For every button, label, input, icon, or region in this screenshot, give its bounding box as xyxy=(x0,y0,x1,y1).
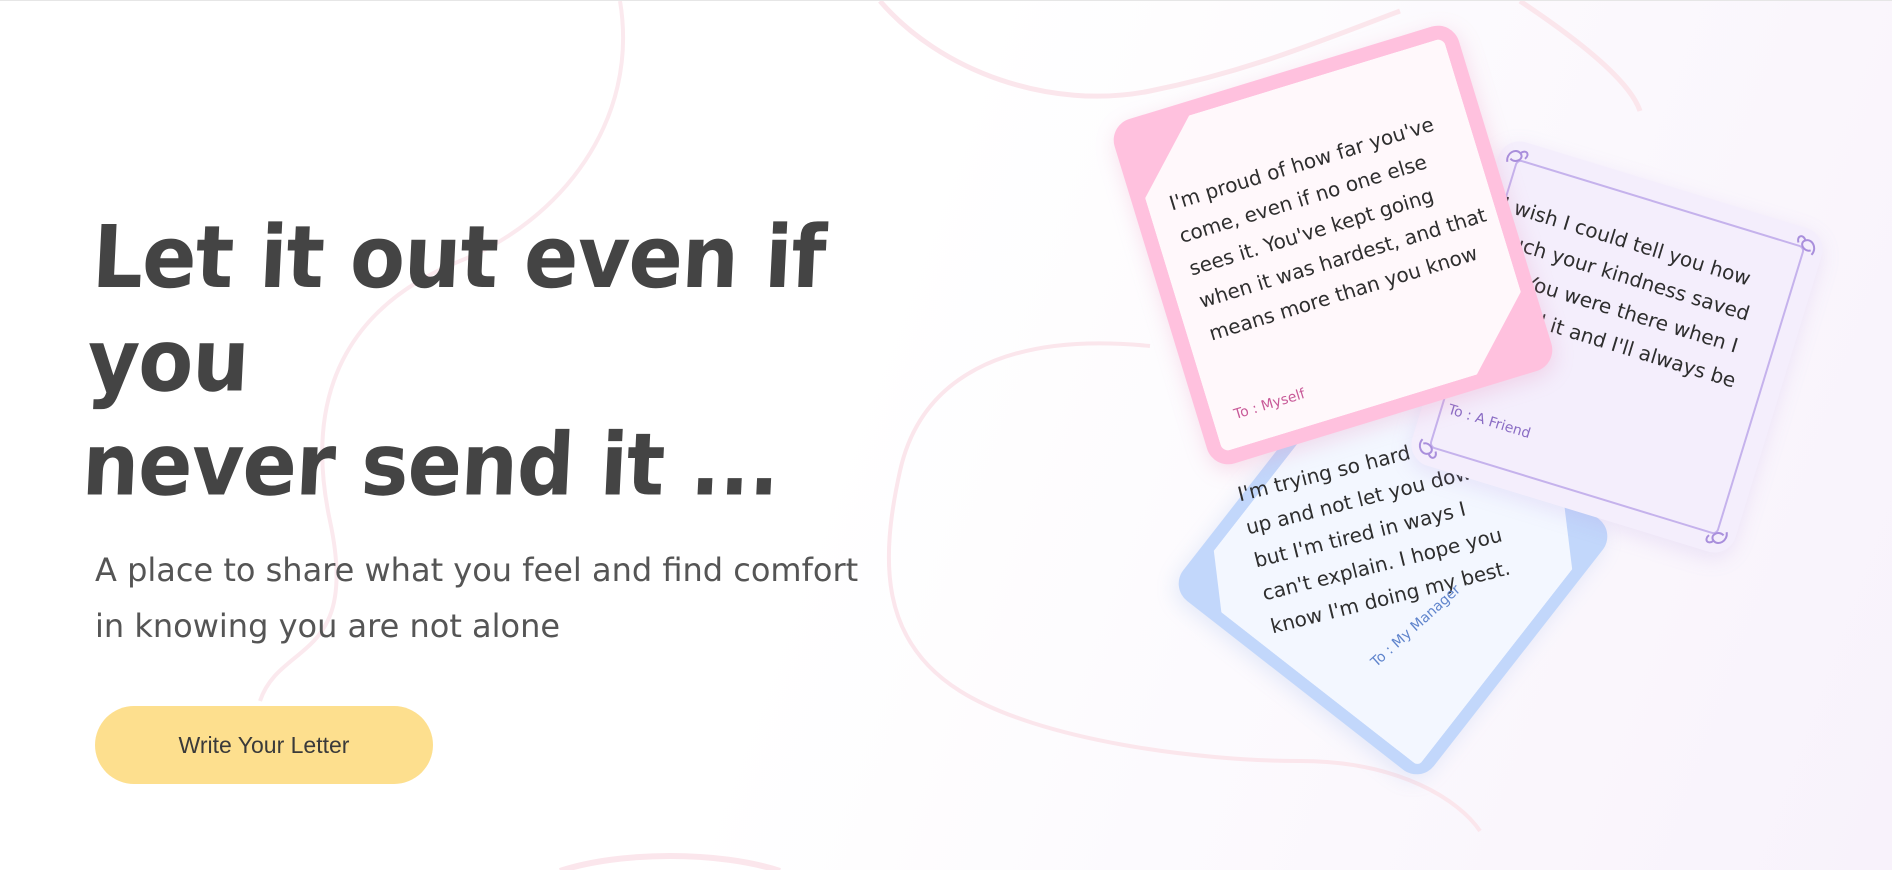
swirl-line xyxy=(559,853,781,870)
landing-page: Let it out even if you never send it ...… xyxy=(0,0,1892,870)
headline-line-2: never send it ... xyxy=(80,414,782,515)
write-letter-button[interactable]: Write Your Letter xyxy=(95,706,433,784)
hero-subtitle: A place to share what you feel and find … xyxy=(95,551,859,645)
swirl-line xyxy=(1518,1,1643,112)
hero-headline: Let it out even if you never send it ... xyxy=(80,206,895,517)
headline-line-1: Let it out even if you xyxy=(85,207,828,412)
hero-section: Let it out even if you never send it ...… xyxy=(80,206,895,784)
